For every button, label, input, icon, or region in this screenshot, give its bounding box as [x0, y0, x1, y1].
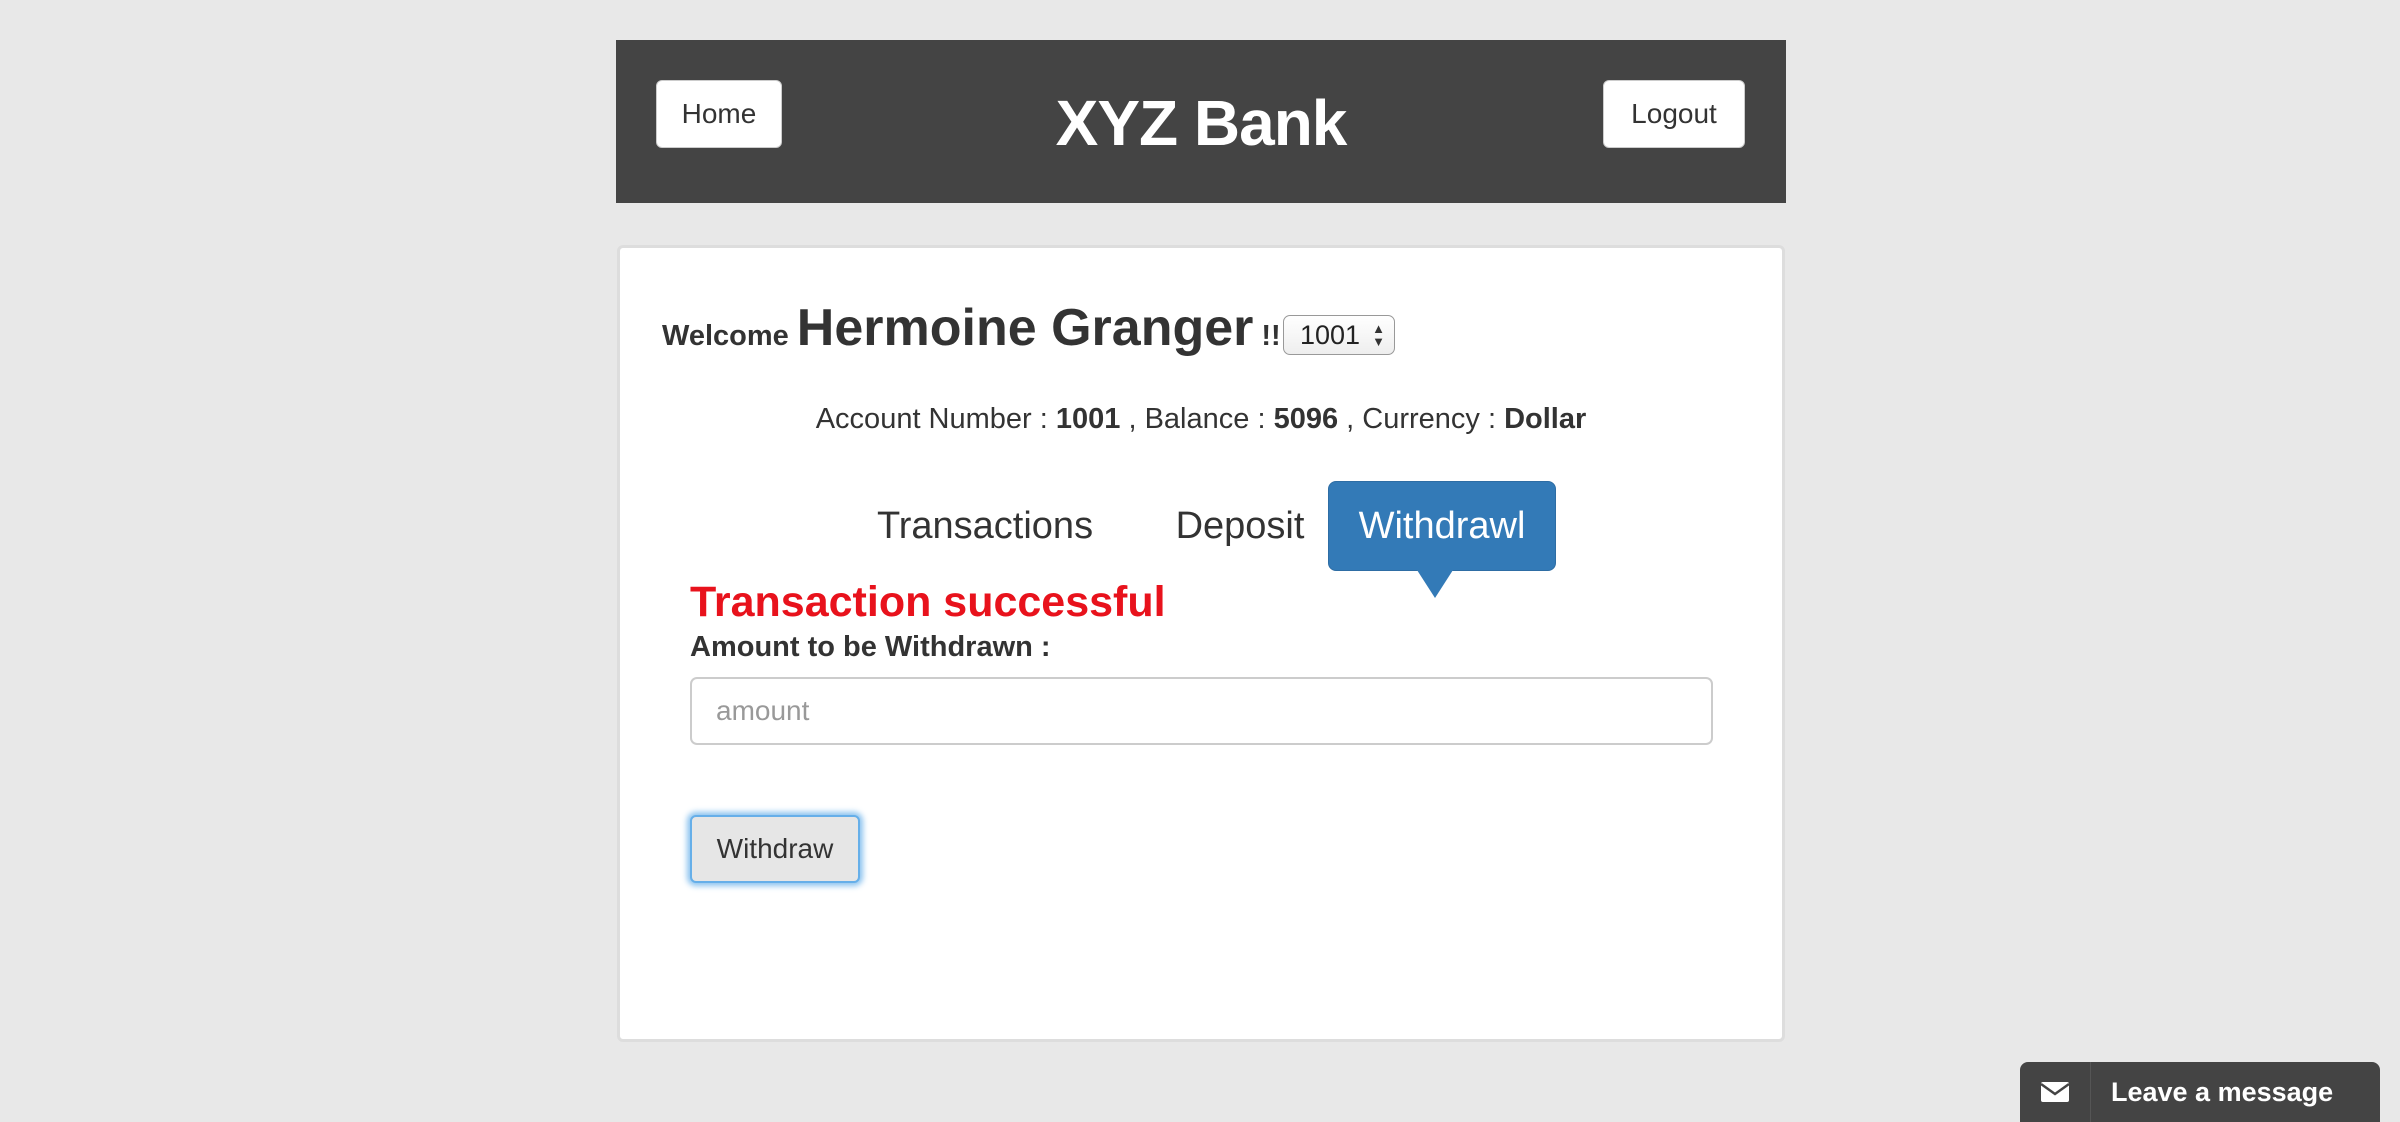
withdraw-button[interactable]: Withdraw: [690, 815, 860, 883]
active-tab-pointer: [1417, 570, 1453, 598]
amount-input[interactable]: [690, 677, 1713, 745]
leave-message-label: Leave a message: [2111, 1076, 2334, 1107]
leave-message-widget[interactable]: Leave a message: [2020, 1062, 2380, 1122]
app-header: Home XYZ Bank Logout: [616, 40, 1786, 203]
account-select-value: 1001: [1300, 319, 1361, 350]
tab-transactions[interactable]: Transactions: [870, 481, 1100, 571]
customer-name: Hermoine Granger: [796, 299, 1254, 357]
account-select[interactable]: 1001 ▲ ▼: [1283, 315, 1395, 355]
balance-label: , Balance :: [1128, 403, 1266, 435]
tab-deposit[interactable]: Deposit: [1145, 481, 1335, 571]
account-panel: Welcome Hermoine Granger !! 1001 ▲ ▼ Acco…: [617, 245, 1785, 1042]
transaction-status-message: Transaction successful: [690, 578, 1166, 626]
select-arrows-icon: ▲ ▼: [1372, 321, 1385, 349]
account-number-label: Account Number :: [815, 403, 1048, 435]
tab-withdrawl[interactable]: Withdrawl: [1328, 481, 1556, 571]
welcome-exclamation: !!: [1261, 320, 1281, 352]
logout-button[interactable]: Logout: [1603, 80, 1745, 148]
account-number-value: 1001: [1055, 403, 1121, 435]
currency-value: Dollar: [1504, 403, 1587, 435]
currency-label: , Currency :: [1346, 403, 1497, 435]
account-info: Account Number : 1001 , Balance : 5096 ,…: [620, 403, 1782, 436]
welcome-row: Welcome Hermoine Granger !!: [662, 298, 1281, 370]
balance-value: 5096: [1273, 403, 1339, 435]
welcome-label: Welcome: [662, 320, 789, 352]
amount-label: Amount to be Withdrawn :: [690, 631, 1051, 663]
envelope-icon: [2020, 1062, 2091, 1122]
